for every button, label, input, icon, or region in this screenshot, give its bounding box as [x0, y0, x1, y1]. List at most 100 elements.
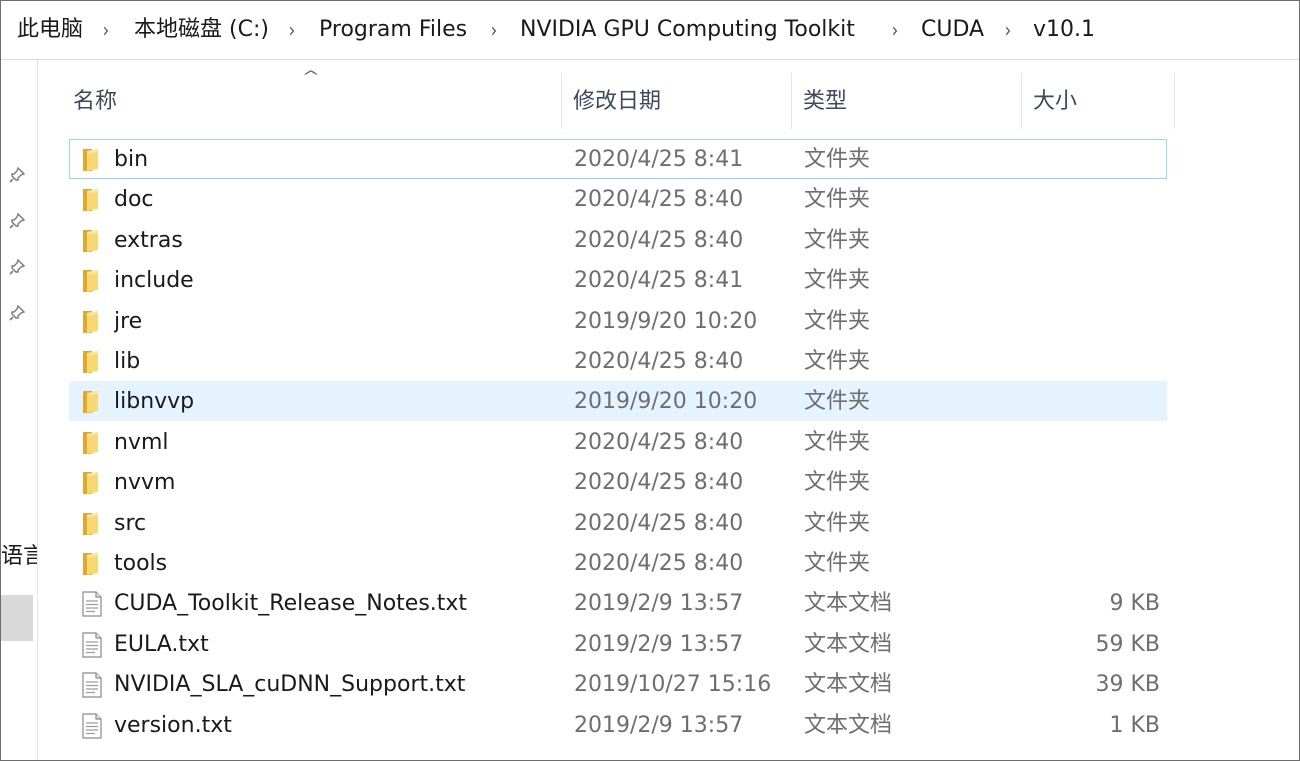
file-row[interactable]: CUDA_Toolkit_Release_Notes.txt 2019/2/9 1…: [69, 583, 1167, 623]
file-row[interactable]: include 2020/4/25 8:41 文件夹: [69, 260, 1167, 300]
breadcrumb-program-files[interactable]: Program Files: [319, 15, 467, 45]
file-size: [1020, 302, 1160, 342]
file-modified-date: 2020/4/25 8:41: [574, 268, 744, 294]
file-name: bin: [114, 147, 149, 172]
file-size: [1020, 463, 1160, 503]
file-size: [1020, 221, 1160, 261]
breadcrumb-cuda[interactable]: CUDA: [921, 15, 984, 45]
file-size: [1020, 180, 1160, 220]
file-name: src: [114, 510, 147, 536]
file-name: nvvm: [114, 470, 176, 496]
text-file-icon: [80, 632, 104, 658]
file-name: NVIDIA_SLA_cuDNN_Support.txt: [114, 672, 466, 698]
breadcrumb-this-pc[interactable]: 此电脑: [17, 15, 83, 45]
file-size: [1020, 504, 1160, 544]
file-type: 文本文档: [804, 712, 893, 738]
file-size: 59 KB: [1095, 631, 1160, 657]
file-modified-date: 2019/2/9 13:57: [574, 591, 744, 617]
file-type: 文件夹: [804, 551, 871, 576]
file-row[interactable]: NVIDIA_SLA_cuDNN_Support.txt 2019/10/27 1…: [69, 664, 1167, 704]
file-modified-date: 2019/9/20 10:20: [574, 308, 758, 334]
file-type: 文本文档: [804, 591, 893, 617]
file-modified-date: 2019/2/9 13:57: [574, 712, 744, 738]
file-type: 文件夹: [804, 349, 871, 374]
file-modified-date: 2019/9/20 10:20: [574, 389, 758, 415]
file-size: [1020, 382, 1160, 422]
file-modified-date: 2020/4/25 8:40: [574, 551, 744, 576]
file-type: 文件夹: [804, 227, 871, 253]
column-size-header[interactable]: 大小: [1033, 73, 1077, 129]
file-modified-date: 2020/4/25 8:40: [574, 470, 744, 496]
file-row[interactable]: version.txt 2019/2/9 13:57 文本文档 1 KB: [69, 705, 1167, 745]
address-bar[interactable]: 此电脑 › 本地磁盘 (C:) › Program Files › NVIDIA…: [1, 1, 1299, 60]
breadcrumb-separator-icon[interactable]: ›: [892, 15, 898, 45]
file-row[interactable]: nvvm 2020/4/25 8:40 文件夹: [69, 462, 1167, 502]
breadcrumb-separator-icon[interactable]: ›: [491, 15, 497, 45]
file-row[interactable]: libnvvp 2019/9/20 10:20 文件夹: [69, 381, 1167, 422]
file-size: 1 KB: [1109, 712, 1160, 738]
file-row[interactable]: EULA.txt 2019/2/9 13:57 文本文档 59 KB: [69, 624, 1167, 664]
breadcrumb-local-disk[interactable]: 本地磁盘 (C:): [134, 15, 269, 45]
file-type: 文件夹: [804, 268, 871, 294]
nav-item-partial-label[interactable]: 语言: [1, 542, 37, 572]
file-size: [1020, 140, 1160, 180]
file-row[interactable]: doc 2020/4/25 8:40 文件夹: [69, 179, 1167, 219]
column-name-header[interactable]: 名称: [73, 73, 117, 129]
pin-icon[interactable]: [8, 258, 26, 276]
breadcrumb-nvidia-toolkit[interactable]: NVIDIA GPU Computing Toolkit: [520, 15, 855, 45]
file-size: [1020, 342, 1160, 382]
folder-icon: [80, 430, 104, 456]
column-divider[interactable]: [1174, 73, 1175, 129]
folder-icon: [80, 309, 104, 335]
folder-icon: [80, 389, 104, 415]
file-modified-date: 2020/4/25 8:40: [574, 429, 744, 455]
file-row[interactable]: extras 2020/4/25 8:40 文件夹: [69, 220, 1167, 260]
folder-icon: [80, 268, 104, 294]
text-file-icon: [80, 712, 104, 739]
file-row[interactable]: tools 2020/4/25 8:40 文件夹: [69, 543, 1167, 583]
file-type: 文件夹: [804, 147, 871, 172]
file-row[interactable]: lib 2020/4/25 8:40 文件夹: [69, 341, 1167, 381]
breadcrumb-v10-1[interactable]: v10.1: [1033, 15, 1095, 45]
pin-icon[interactable]: [8, 166, 26, 184]
column-date-header[interactable]: 修改日期: [573, 73, 661, 129]
text-file-icon: [80, 672, 104, 698]
breadcrumb-separator-icon[interactable]: ›: [103, 15, 109, 45]
pin-icon[interactable]: [8, 304, 26, 322]
file-row[interactable]: bin 2020/4/25 8:41 文件夹: [69, 139, 1167, 179]
file-row[interactable]: nvml 2020/4/25 8:40 文件夹: [69, 422, 1167, 462]
folder-icon: [80, 147, 104, 173]
file-modified-date: 2020/4/25 8:40: [574, 510, 744, 536]
nav-selected-item[interactable]: [1, 595, 33, 641]
file-name: include: [114, 268, 194, 294]
column-type-header[interactable]: 类型: [803, 73, 847, 129]
file-name: libnvvp: [114, 389, 195, 415]
file-row[interactable]: src 2020/4/25 8:40 文件夹: [69, 503, 1167, 543]
file-type: 文本文档: [804, 672, 893, 698]
column-divider[interactable]: [561, 73, 562, 129]
navigation-pane[interactable]: 语言: [1, 60, 38, 760]
folder-icon: [80, 228, 104, 254]
text-file-icon: [80, 591, 104, 617]
file-name: jre: [114, 308, 143, 334]
file-modified-date: 2020/4/25 8:40: [574, 187, 744, 213]
pin-icon[interactable]: [8, 212, 26, 230]
file-size: [1020, 544, 1160, 584]
breadcrumb-separator-icon[interactable]: ›: [1005, 15, 1011, 45]
file-type: 文件夹: [804, 429, 871, 455]
file-name: nvml: [114, 429, 169, 455]
file-row[interactable]: jre 2019/9/20 10:20 文件夹: [69, 301, 1167, 341]
breadcrumb-separator-icon[interactable]: ›: [289, 15, 295, 45]
file-size: [1020, 261, 1160, 301]
folder-icon: [80, 187, 104, 213]
file-name: doc: [114, 187, 154, 213]
file-modified-date: 2020/4/25 8:40: [574, 349, 744, 374]
column-divider[interactable]: [1021, 73, 1022, 129]
file-type: 文本文档: [804, 631, 893, 657]
column-divider[interactable]: [791, 73, 792, 129]
file-type: 文件夹: [804, 510, 871, 536]
file-modified-date: 2019/2/9 13:57: [574, 631, 744, 657]
column-header: ^ 名称 修改日期 类型 大小: [59, 69, 1175, 129]
folder-icon: [80, 551, 104, 577]
file-name: version.txt: [114, 712, 232, 738]
